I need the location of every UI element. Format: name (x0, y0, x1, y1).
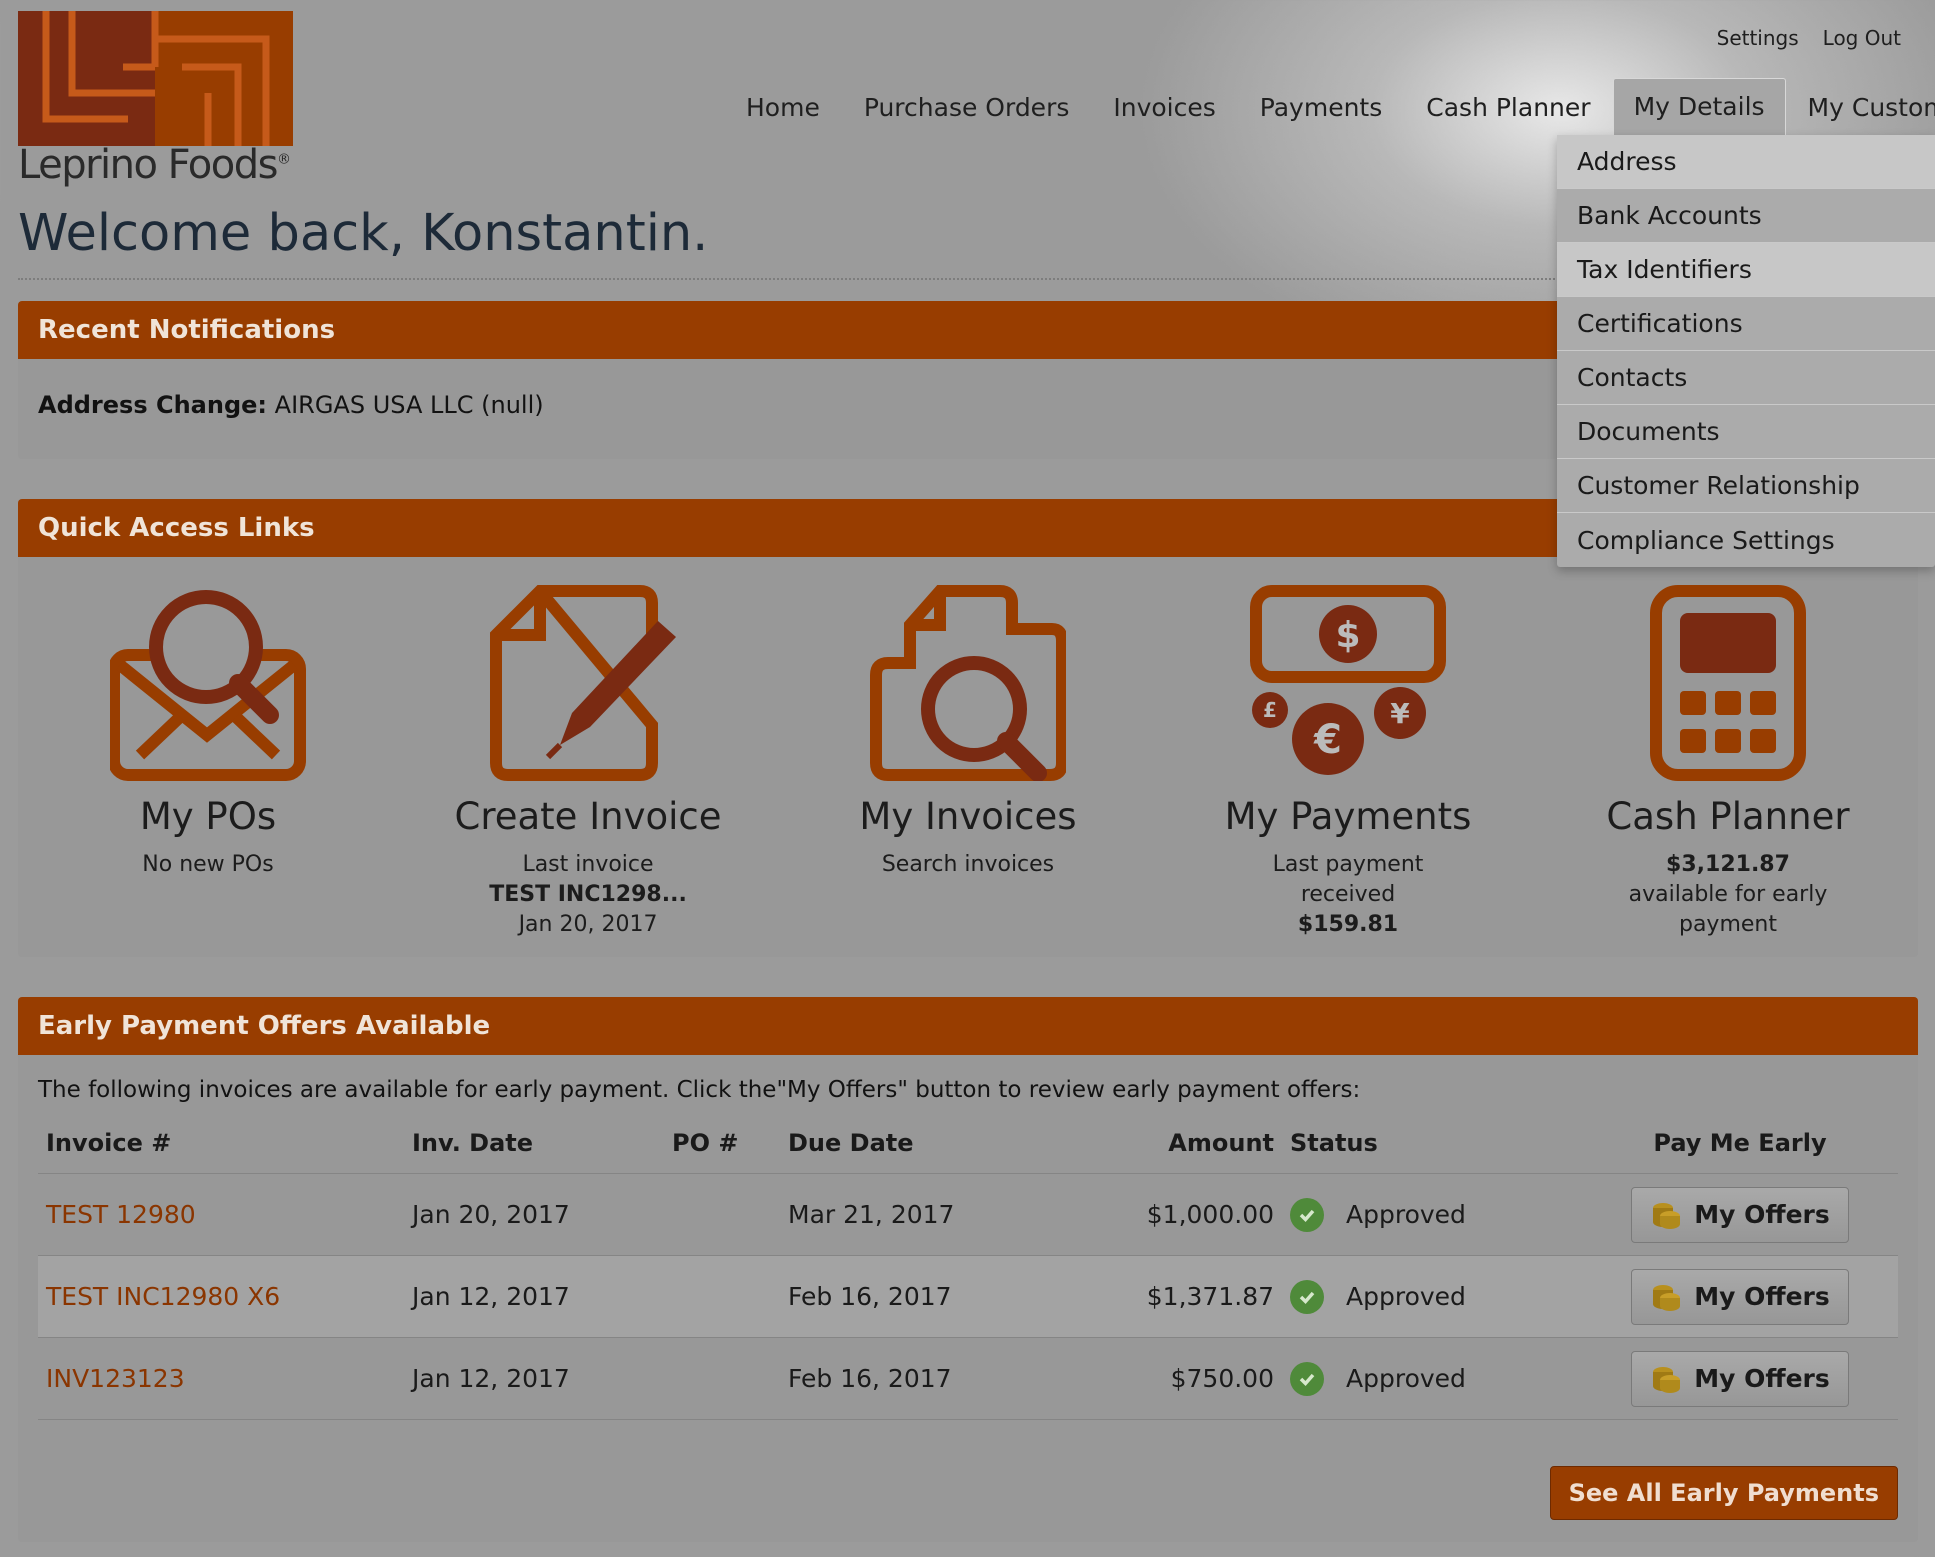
menu-item-bank-accounts[interactable]: Bank Accounts (1557, 189, 1935, 243)
status-cell: Approved (1282, 1173, 1582, 1256)
po-number (664, 1255, 780, 1338)
due-date: Feb 16, 2017 (780, 1255, 1020, 1338)
notification-text: AIRGAS USA LLC (null) (274, 391, 544, 419)
col-invoice: Invoice # (38, 1103, 404, 1174)
nav-purchase-orders[interactable]: Purchase Orders (842, 79, 1092, 136)
amount: $1,000.00 (1020, 1173, 1282, 1256)
top-links: Settings Log Out (1717, 26, 1901, 50)
menu-item-address[interactable]: Address (1557, 135, 1935, 189)
quick-link-my-payments[interactable]: $ £ ¥ € My Payments Last payment receive… (1158, 557, 1538, 957)
nav-payments[interactable]: Payments (1238, 79, 1404, 136)
col-pay-me-early: Pay Me Early (1582, 1103, 1898, 1174)
nav-invoices[interactable]: Invoices (1091, 79, 1237, 136)
col-due-date: Due Date (780, 1103, 1020, 1174)
see-all-early-payments-button[interactable]: See All Early Payments (1549, 1466, 1898, 1520)
quick-link-cash-planner[interactable]: Cash Planner $3,121.87 available for ear… (1538, 557, 1918, 957)
my-offers-button[interactable]: My Offers (1631, 1268, 1849, 1325)
table-row: INV123123 Jan 12, 2017 Feb 16, 2017 $750… (38, 1337, 1898, 1420)
my-offers-button[interactable]: My Offers (1631, 1186, 1849, 1243)
coins-icon (1653, 1202, 1681, 1229)
nav-cash-planner[interactable]: Cash Planner (1404, 79, 1612, 136)
status-text: Approved (1346, 1282, 1466, 1311)
inv-date: Jan 12, 2017 (404, 1337, 664, 1420)
nav-my-customer[interactable]: My Customer (1786, 79, 1935, 136)
inv-date: Jan 20, 2017 (404, 1173, 664, 1256)
menu-item-contacts[interactable]: Contacts (1557, 351, 1935, 405)
due-date: Feb 16, 2017 (780, 1337, 1020, 1420)
main-nav: Home Purchase Orders Invoices Payments C… (724, 78, 1935, 136)
menu-item-tax-identifiers[interactable]: Tax Identifiers (1557, 243, 1935, 297)
company-logo[interactable]: Leprino Foods® (18, 11, 293, 188)
po-search-icon (110, 590, 306, 781)
early-payment-table: Invoice # Inv. Date PO # Due Date Amount… (38, 1103, 1898, 1420)
due-date: Mar 21, 2017 (780, 1173, 1020, 1256)
quick-link-subtitle: Search invoices (881, 852, 1055, 877)
svg-text:¥: ¥ (1390, 697, 1410, 730)
quick-link-subtitle: Last payment received $159.81 (1272, 852, 1424, 937)
quick-link-subtitle: Last invoice TEST INC1298... Jan 20, 201… (489, 852, 687, 937)
quick-access-panel: Quick Access Links My POs No new POs Cre… (18, 499, 1918, 957)
col-po: PO # (664, 1103, 780, 1174)
check-circle-icon (1290, 1361, 1324, 1396)
quick-link-subtitle: No new POs (142, 852, 274, 877)
svg-text:$: $ (1335, 615, 1360, 656)
coins-icon (1653, 1366, 1681, 1393)
po-number (664, 1173, 780, 1256)
table-row: TEST 12980 Jan 20, 2017 Mar 21, 2017 $1,… (38, 1173, 1898, 1256)
quick-link-title: My Payments (1224, 795, 1472, 838)
status-cell: Approved (1282, 1337, 1582, 1420)
col-status: Status (1282, 1103, 1582, 1174)
inv-date: Jan 12, 2017 (404, 1255, 664, 1338)
search-invoices-icon (870, 585, 1066, 781)
welcome-heading: Welcome back, Konstantin. (18, 204, 709, 263)
menu-item-compliance-settings[interactable]: Compliance Settings (1557, 513, 1935, 567)
early-payment-intro: The following invoices are available for… (38, 1077, 1361, 1103)
my-details-dropdown: Address Bank Accounts Tax Identifiers Ce… (1557, 135, 1935, 567)
logo-text: Leprino Foods® (18, 142, 291, 188)
col-inv-date: Inv. Date (404, 1103, 664, 1174)
amount: $1,371.87 (1020, 1255, 1282, 1338)
amount: $750.00 (1020, 1337, 1282, 1420)
nav-my-details[interactable]: My Details (1612, 78, 1786, 136)
col-amount: Amount (1020, 1103, 1282, 1174)
logout-link[interactable]: Log Out (1823, 26, 1901, 50)
quick-link-my-pos[interactable]: My POs No new POs (18, 557, 398, 957)
notification-label: Address Change: (38, 391, 268, 419)
quick-link-title: Cash Planner (1606, 795, 1850, 838)
quick-link-subtitle: $3,121.87 available for early payment (1628, 852, 1828, 937)
menu-item-certifications[interactable]: Certifications (1557, 297, 1935, 351)
my-offers-button[interactable]: My Offers (1631, 1350, 1849, 1407)
quick-link-title: My POs (139, 795, 277, 838)
svg-text:£: £ (1263, 698, 1277, 722)
calculator-icon (1650, 585, 1806, 781)
status-cell: Approved (1282, 1255, 1582, 1338)
table-row: TEST INC12980 X6 Jan 12, 2017 Feb 16, 20… (38, 1255, 1898, 1338)
invoice-link[interactable]: INV123123 (46, 1364, 185, 1393)
payments-icon: $ £ ¥ € (1250, 585, 1446, 775)
quick-link-my-invoices[interactable]: My Invoices Search invoices (778, 557, 1158, 957)
settings-link[interactable]: Settings (1717, 26, 1799, 50)
menu-item-customer-relationship[interactable]: Customer Relationship (1557, 459, 1935, 513)
quick-link-title: Create Invoice (454, 795, 722, 838)
invoice-link[interactable]: TEST INC12980 X6 (46, 1282, 280, 1311)
logo-mark-icon (18, 11, 293, 146)
invoice-link[interactable]: TEST 12980 (46, 1200, 196, 1229)
early-payment-title: Early Payment Offers Available (18, 997, 1918, 1055)
status-text: Approved (1346, 1364, 1466, 1393)
early-payment-panel: Early Payment Offers Available The follo… (18, 997, 1918, 1542)
check-circle-icon (1290, 1279, 1324, 1314)
create-invoice-icon (490, 585, 676, 781)
quick-link-create-invoice[interactable]: Create Invoice Last invoice TEST INC1298… (398, 557, 778, 957)
check-circle-icon (1290, 1197, 1324, 1232)
status-text: Approved (1346, 1200, 1466, 1229)
nav-home[interactable]: Home (724, 79, 842, 136)
svg-text:€: € (1313, 717, 1342, 763)
po-number (664, 1337, 780, 1420)
menu-item-documents[interactable]: Documents (1557, 405, 1935, 459)
divider (18, 278, 1578, 280)
quick-link-title: My Invoices (859, 795, 1077, 838)
coins-icon (1653, 1284, 1681, 1311)
